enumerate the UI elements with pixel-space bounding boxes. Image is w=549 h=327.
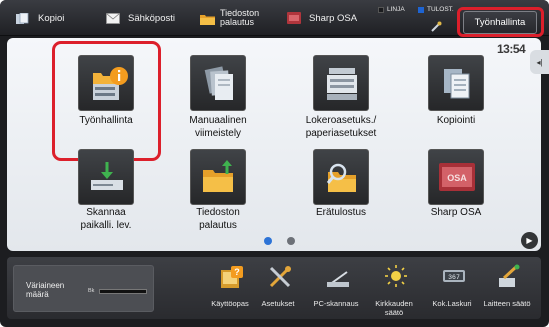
- page-indicator[interactable]: [287, 237, 295, 245]
- next-page-button[interactable]: ▶: [521, 232, 538, 249]
- osa-icon: [287, 12, 301, 24]
- home-icon-label: Sharp OSA: [430, 207, 482, 218]
- finishing-icon: [190, 55, 246, 111]
- copy-icon: [428, 55, 484, 111]
- toner-color-code: Bk: [88, 288, 95, 294]
- home-icon-label: Erätulostus: [315, 207, 367, 218]
- scan-to-drive-icon: [78, 149, 134, 205]
- print-status: TULOST.: [418, 6, 454, 13]
- bottom-item-label: Laitteen säätö: [483, 299, 531, 308]
- copy-icon: [16, 12, 30, 24]
- home-icon-label: Tiedoston palautus: [196, 207, 240, 231]
- manual-book-icon: ?: [219, 264, 243, 288]
- bottom-item-settings[interactable]: Asetukset: [246, 262, 310, 318]
- counter-icon: 367: [441, 264, 465, 286]
- envelope-icon: [106, 12, 120, 24]
- folder-icon: [200, 13, 215, 25]
- chevron-left-icon: ◂|: [536, 57, 543, 67]
- brightness-icon: [383, 264, 407, 287]
- job-status-button-highlight: [457, 7, 544, 37]
- svg-text:367: 367: [448, 274, 460, 281]
- topbar-file-retrieve-label: Tiedoston palautus: [220, 8, 260, 27]
- topbar-sharp-osa-shortcut[interactable]: Sharp OSA: [287, 0, 357, 36]
- toner-level-bar: [99, 289, 147, 294]
- bottom-item-device-adjust[interactable]: Laitteen säätö: [475, 262, 539, 318]
- topbar-sharp-osa-label: Sharp OSA: [309, 12, 358, 24]
- topbar-email-shortcut[interactable]: Sähköposti: [106, 0, 175, 36]
- line-status-indicator: [378, 6, 384, 13]
- home-icon-label: Skannaa paikalli. lev.: [80, 207, 132, 231]
- home-icon-label: Manuaalinen viimeistely: [189, 115, 247, 139]
- line-status: LINJA: [378, 6, 405, 13]
- page-indicator-active[interactable]: [264, 237, 272, 245]
- print-status-label: TULOST.: [427, 6, 454, 13]
- clock: 13:54: [497, 42, 526, 56]
- line-status-label: LINJA: [387, 6, 405, 13]
- svg-text:OSA: OSA: [447, 173, 467, 183]
- job-status-icon-highlight: [52, 41, 161, 161]
- topbar-copy-shortcut[interactable]: Kopioi: [16, 0, 64, 36]
- device-adjust-icon: [496, 264, 520, 287]
- wrench-icon: [430, 20, 442, 32]
- tray-settings-icon: [313, 55, 369, 111]
- play-arrow-icon: ▶: [526, 236, 533, 245]
- bottom-item-brightness[interactable]: Kirkkauden säätö: [362, 262, 426, 318]
- osa-icon: OSA: [428, 149, 484, 205]
- home-icon-label: Lokeroasetuks./ paperiasetukset: [305, 115, 377, 139]
- topbar-email-label: Sähköposti: [128, 12, 176, 24]
- device-screen: Kopioi Sähköposti Tiedoston palautus Sha…: [0, 0, 549, 327]
- svg-text:?: ?: [234, 267, 240, 277]
- pc-scan-icon: [325, 264, 349, 287]
- print-status-indicator: [418, 6, 424, 13]
- folder-icon: [190, 149, 246, 205]
- topbar-copy-label: Kopioi: [38, 12, 65, 24]
- tools-icon: [267, 264, 291, 288]
- home-icon-label: Kopiointi: [436, 115, 476, 126]
- toner-label: Väriaineen määrä: [26, 281, 65, 299]
- side-panel-toggle[interactable]: ◂|: [530, 50, 549, 74]
- batch-print-icon: [313, 149, 369, 205]
- topbar-file-retrieve-shortcut[interactable]: Tiedoston palautus: [200, 0, 259, 36]
